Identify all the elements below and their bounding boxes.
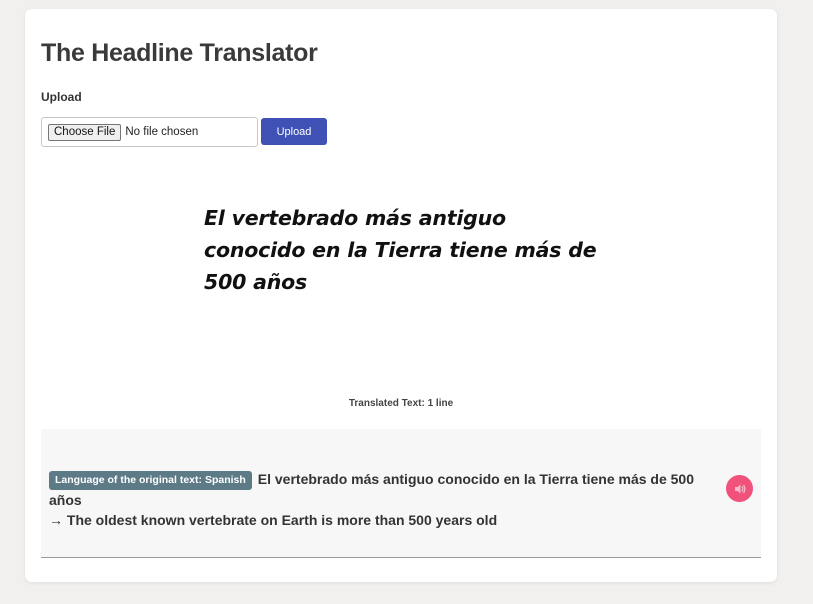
upload-button[interactable]: Upload — [261, 118, 327, 145]
upload-label: Upload — [41, 90, 82, 104]
headline-line: 500 años — [204, 270, 308, 294]
speaker-icon — [734, 484, 745, 493]
translation-result-panel: Language of the original text: Spanish El… — [41, 429, 761, 558]
language-badge-value: Spanish — [204, 474, 246, 486]
choose-file-button[interactable]: Choose File — [48, 123, 122, 141]
language-badge-prefix: Language of the original text: — [55, 474, 203, 486]
headline-line: El vertebrado más antiguo — [204, 206, 506, 230]
file-input[interactable]: Choose File No file chosen — [41, 117, 258, 147]
translated-text: The oldest known vertebrate on Earth is … — [66, 512, 498, 528]
headline-image: El vertebrado más antiguo conocido en la… — [204, 202, 604, 302]
translated-count: Translated Text: 1 line — [348, 398, 454, 409]
language-badge: Language of the original text: Spanish — [49, 471, 252, 490]
file-status-text: No file chosen — [125, 126, 199, 138]
arrow-icon: → — [49, 512, 63, 528]
speak-button[interactable] — [726, 475, 753, 502]
main-card: The Headline Translator Upload Choose Fi… — [25, 9, 777, 582]
page-title: The Headline Translator — [41, 39, 318, 67]
headline-line: conocido en la Tierra tiene más de — [204, 238, 597, 262]
translation-result-text: Language of the original text: Spanish El… — [49, 469, 721, 530]
